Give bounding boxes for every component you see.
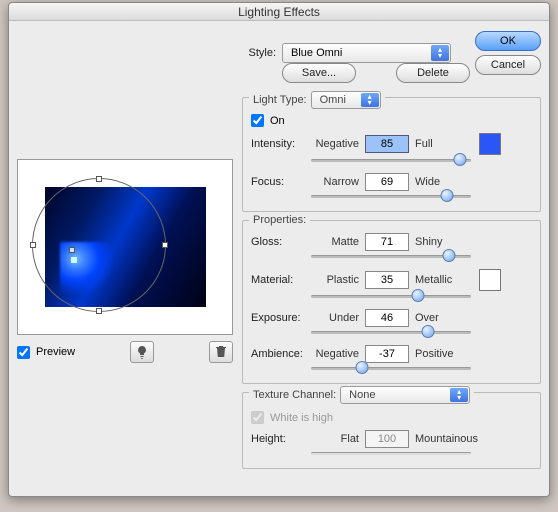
trash-icon[interactable]: [209, 341, 233, 363]
light-type-combo[interactable]: Omni ▴▾: [311, 91, 381, 109]
preview-label: Preview: [36, 346, 75, 358]
lighting-effects-dialog: Lighting Effects Preview: [8, 2, 550, 497]
intensity-slider[interactable]: [311, 153, 471, 167]
material-neg: Plastic: [311, 274, 359, 286]
gloss-pos: Shiny: [415, 236, 469, 248]
ok-button[interactable]: OK: [475, 31, 541, 51]
gloss-label: Gloss:: [251, 236, 305, 248]
ambience-slider[interactable]: [311, 361, 471, 375]
white-is-high-label: White is high: [270, 412, 333, 424]
gloss-slider[interactable]: [311, 249, 471, 263]
material-slider[interactable]: [311, 289, 471, 303]
ambience-neg: Negative: [311, 348, 359, 360]
light-color-swatch[interactable]: [479, 133, 501, 155]
lightbulb-icon[interactable]: [130, 341, 154, 363]
chevron-updown-icon: ▴▾: [450, 388, 468, 402]
chevron-updown-icon: ▴▾: [431, 45, 449, 61]
intensity-input[interactable]: [365, 135, 409, 153]
preview-canvas[interactable]: [17, 159, 233, 335]
light-on-checkbox[interactable]: [251, 114, 264, 127]
texture-group: Texture Channel: None ▴▾ White is high H…: [242, 392, 541, 469]
intensity-neg: Negative: [311, 138, 359, 150]
exposure-pos: Over: [415, 312, 469, 324]
exposure-label: Exposure:: [251, 312, 305, 324]
exposure-slider[interactable]: [311, 325, 471, 339]
gloss-neg: Matte: [311, 236, 359, 248]
focus-label: Focus:: [251, 176, 305, 188]
gizmo-handle-n[interactable]: [96, 176, 102, 182]
ambient-color-swatch[interactable]: [479, 269, 501, 291]
ambience-pos: Positive: [415, 348, 469, 360]
chevron-updown-icon: ▴▾: [361, 93, 379, 107]
gizmo-handle-e[interactable]: [162, 242, 168, 248]
gizmo-handle-s[interactable]: [96, 308, 102, 314]
light-type-value: Omni: [320, 94, 346, 106]
texture-legend: Texture Channel:: [253, 389, 336, 401]
style-value: Blue Omni: [291, 47, 342, 59]
material-pos: Metallic: [415, 274, 469, 286]
white-is-high-checkbox: [251, 411, 264, 424]
height-label: Height:: [251, 433, 305, 445]
focus-neg: Narrow: [311, 176, 359, 188]
light-type-group: Light Type: Omni ▴▾ On Intensity: Negati…: [242, 97, 541, 212]
focus-slider[interactable]: [311, 189, 471, 203]
gizmo-handle-w[interactable]: [30, 242, 36, 248]
exposure-neg: Under: [311, 312, 359, 324]
gizmo-center[interactable]: [69, 247, 75, 253]
intensity-label: Intensity:: [251, 138, 305, 150]
height-neg: Flat: [311, 433, 359, 445]
height-pos: Mountainous: [415, 433, 487, 445]
intensity-pos: Full: [415, 138, 469, 150]
light-on-label: On: [270, 115, 285, 127]
preview-checkbox[interactable]: [17, 346, 30, 359]
light-type-legend: Light Type:: [253, 94, 307, 106]
properties-group: Properties: Gloss: Matte Shiny Material:…: [242, 220, 541, 384]
ambience-label: Ambience:: [251, 348, 305, 360]
focus-pos: Wide: [415, 176, 469, 188]
properties-legend: Properties:: [249, 214, 310, 226]
light-gizmo[interactable]: [32, 178, 166, 312]
height-slider: [311, 446, 471, 460]
style-combo[interactable]: Blue Omni ▴▾: [282, 43, 451, 63]
texture-channel-value: None: [349, 389, 375, 401]
delete-button[interactable]: Delete: [396, 63, 470, 83]
window-title: Lighting Effects: [9, 3, 549, 21]
material-input[interactable]: [365, 271, 409, 289]
save-button[interactable]: Save...: [282, 63, 356, 83]
texture-channel-combo[interactable]: None ▴▾: [340, 386, 470, 404]
material-label: Material:: [251, 274, 305, 286]
style-label: Style:: [242, 47, 276, 59]
